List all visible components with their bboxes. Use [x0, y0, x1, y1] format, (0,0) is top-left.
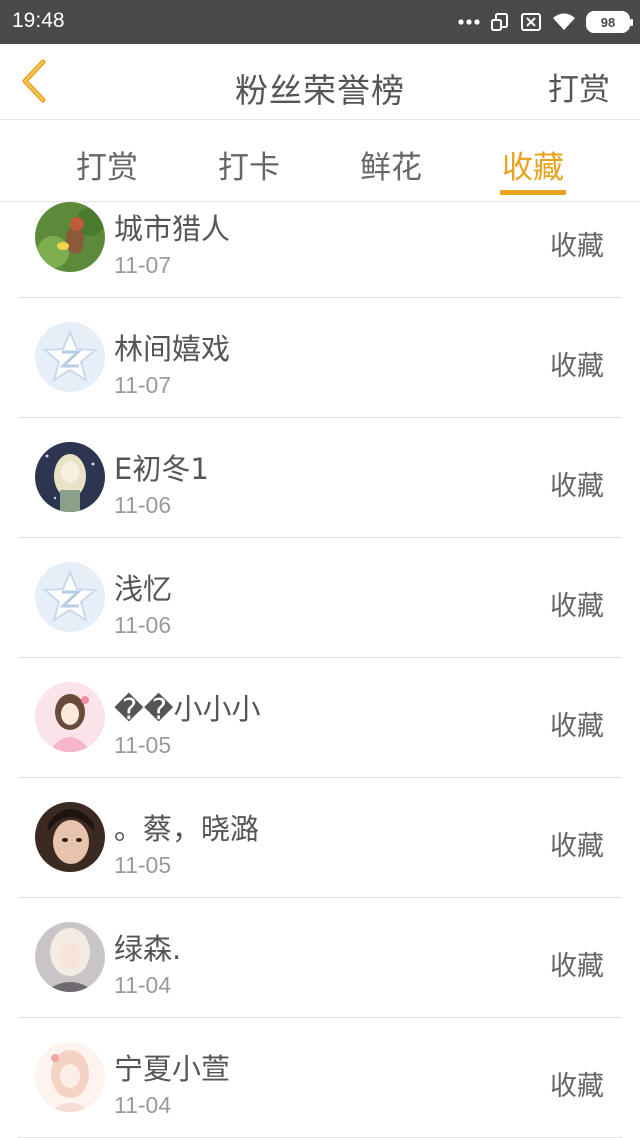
list-item[interactable]: ��小小小 11-05 收藏 [0, 658, 640, 778]
list-item[interactable]: 宁夏小萱 11-04 收藏 [0, 1018, 640, 1138]
fan-date: 11-05 [114, 732, 172, 758]
fan-name: 宁夏小萱 [114, 1052, 231, 1086]
fan-action: 收藏 [550, 471, 604, 502]
photo-girl-avatar-icon [35, 802, 105, 872]
anime-pink-avatar-icon [35, 1042, 105, 1112]
no-sim-icon [521, 13, 541, 31]
fan-name: 浅忆 [114, 572, 173, 606]
fan-action: 收藏 [550, 711, 604, 742]
default-star-avatar-icon [35, 562, 105, 632]
list-item[interactable]: 。蔡，晓潞 11-05 收藏 [0, 778, 640, 898]
avatar [35, 1042, 105, 1112]
reward-button[interactable]: 打赏 [548, 64, 610, 109]
fan-name: 绿森. [114, 932, 182, 966]
title-bar: 粉丝荣誉榜 打赏 [0, 44, 640, 120]
fan-date: 11-06 [114, 612, 172, 638]
status-time: 19:48 [12, 9, 65, 32]
tab-checkin[interactable]: 打卡 [216, 142, 282, 187]
fan-date: 11-04 [114, 972, 172, 998]
active-tab-indicator [500, 190, 566, 195]
avatar [35, 562, 105, 632]
fan-name: 林间嬉戏 [114, 332, 231, 366]
fan-name: 城市猎人 [114, 212, 231, 246]
blonde-girl-avatar-icon [35, 922, 105, 992]
tab-flowers[interactable]: 鲜花 [358, 142, 424, 187]
anime-girl-avatar-icon [35, 442, 105, 512]
battery-level: 98 [600, 14, 616, 30]
game-character-avatar-icon [35, 202, 105, 272]
avatar [35, 922, 105, 992]
fan-list: 城市猎人 11-07 收藏 林间嬉戏 11-07 收藏 E初冬1 11-06 收… [0, 200, 640, 1138]
page-title: 粉丝荣誉榜 [235, 71, 405, 110]
list-item[interactable]: 林间嬉戏 11-07 收藏 [0, 298, 640, 418]
fan-action: 收藏 [550, 1071, 604, 1102]
fan-action: 收藏 [550, 231, 604, 262]
fan-date: 11-05 [114, 852, 172, 878]
tab-reward[interactable]: 打赏 [74, 142, 140, 187]
more-dots-icon [458, 19, 480, 25]
list-item[interactable]: 城市猎人 11-07 收藏 [0, 200, 640, 298]
fan-action: 收藏 [550, 951, 604, 982]
list-item[interactable]: 浅忆 11-06 收藏 [0, 538, 640, 658]
fan-name: 。蔡，晓潞 [114, 812, 260, 846]
status-icons: 98 [458, 10, 633, 34]
fan-action: 收藏 [550, 831, 604, 862]
list-item[interactable]: 绿森. 11-04 收藏 [0, 898, 640, 1018]
status-bar: 19:48 98 [0, 0, 640, 44]
avatar [35, 202, 105, 272]
tab-favorites[interactable]: 收藏 [500, 142, 566, 187]
avatar [35, 322, 105, 392]
fan-action: 收藏 [550, 591, 604, 622]
fan-action: 收藏 [550, 351, 604, 382]
fan-date: 11-04 [114, 1092, 172, 1118]
avatar [35, 802, 105, 872]
avatar [35, 442, 105, 512]
fan-name: E初冬1 [114, 452, 209, 486]
wifi-icon [553, 13, 575, 30]
avatar [35, 682, 105, 752]
fan-date: 11-07 [114, 252, 172, 278]
screen-rotate-icon [491, 13, 508, 31]
fan-date: 11-06 [114, 492, 172, 518]
battery-icon: 98 [586, 11, 633, 33]
default-star-avatar-icon [35, 322, 105, 392]
fan-name: ��小小小 [114, 692, 261, 726]
fan-date: 11-07 [114, 372, 172, 398]
pink-doll-avatar-icon [35, 682, 105, 752]
list-item[interactable]: E初冬1 11-06 收藏 [0, 418, 640, 538]
